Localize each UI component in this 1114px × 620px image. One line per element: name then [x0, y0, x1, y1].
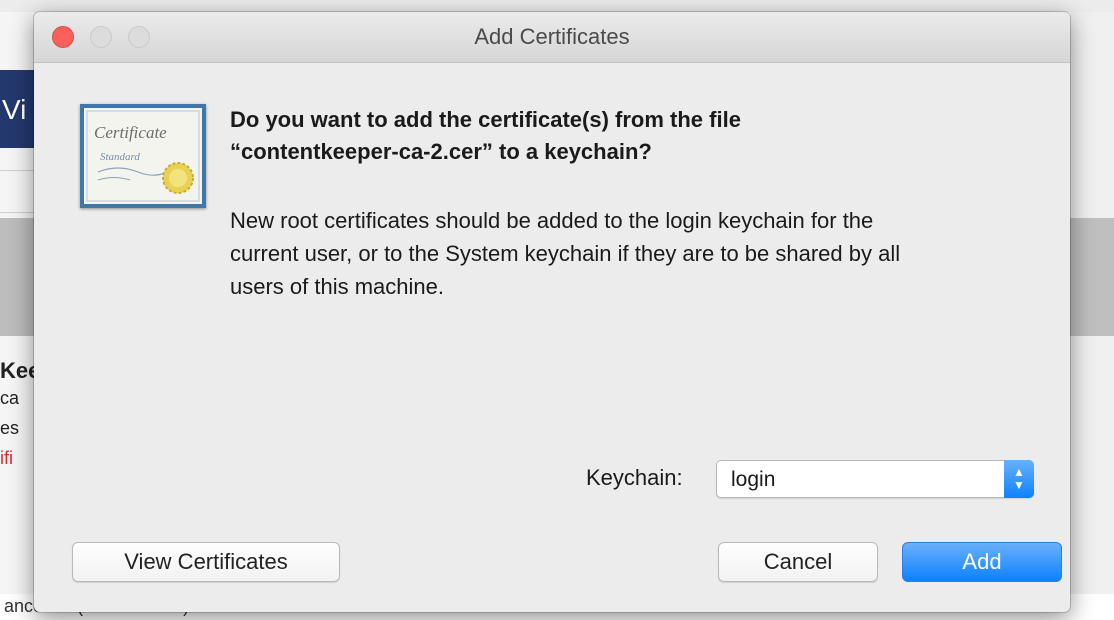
add-button[interactable]: Add — [902, 542, 1062, 582]
heading-line: Do you want to add the certificate(s) fr… — [230, 107, 741, 132]
background-text-fragment: ca — [0, 388, 20, 408]
dialog-heading: Do you want to add the certificate(s) fr… — [230, 104, 1050, 168]
background-top-strip — [0, 0, 1114, 12]
view-certificates-button[interactable]: View Certificates — [72, 542, 340, 582]
certificate-icon: Certificate Standard — [80, 104, 206, 208]
dialog-title: Add Certificates — [474, 24, 630, 49]
background-text-fragment: ifi — [0, 448, 13, 468]
cancel-button[interactable]: Cancel — [718, 542, 878, 582]
keychain-selected-value: login — [731, 468, 776, 491]
keychain-select[interactable]: login ▲ ▼ — [716, 460, 1034, 498]
title-bar: Add Certificates — [34, 12, 1070, 63]
certificate-icon-title: Certificate — [94, 123, 167, 142]
description-line: current user, or to the System keychain … — [230, 241, 901, 266]
background-gray-band-right — [1070, 218, 1114, 336]
chevron-up-down-icon[interactable]: ▲ ▼ — [1004, 460, 1034, 498]
description-line: New root certificates should be added to… — [230, 208, 874, 233]
background-header-text: Vi — [2, 94, 27, 125]
heading-line: “contentkeeper-ca-2.cer” to a keychain? — [230, 139, 652, 164]
certificate-icon-subtitle: Standard — [100, 151, 140, 163]
keychain-label: Keychain: — [586, 465, 683, 490]
description-line: users of this machine. — [230, 274, 444, 299]
background-text-fragment: es — [0, 418, 20, 438]
add-certificates-dialog: Add Certificates Certificate Standard Do… — [34, 12, 1070, 612]
dialog-description: New root certificates should be added to… — [230, 204, 1050, 303]
